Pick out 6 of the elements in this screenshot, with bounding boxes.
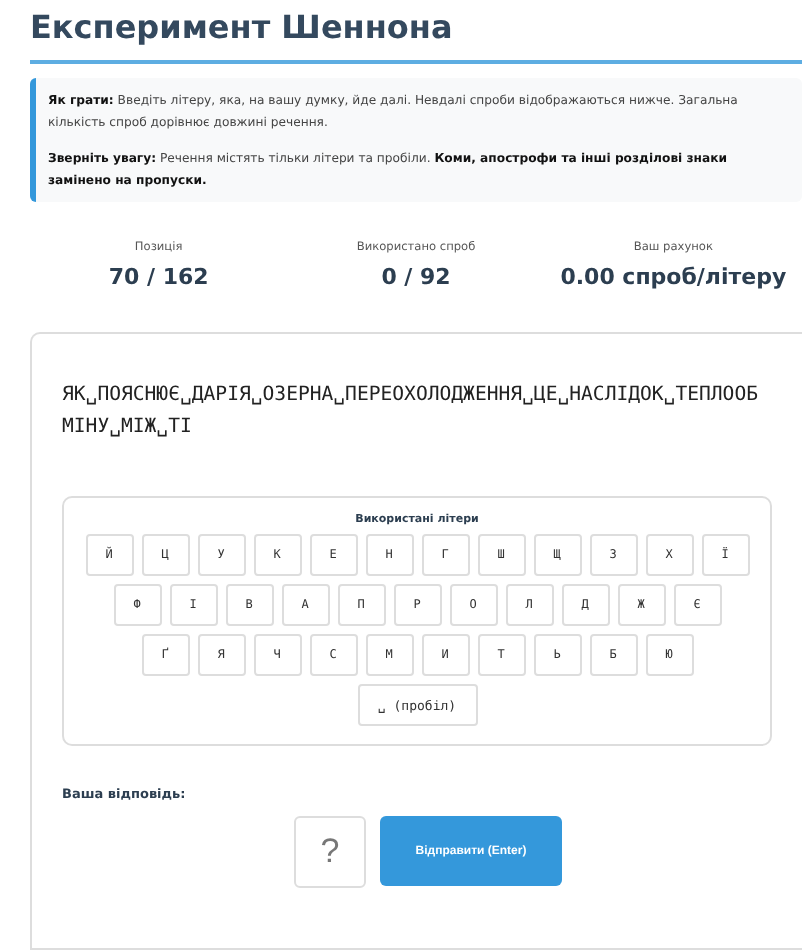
answer-field[interactable]: ? [294, 816, 366, 888]
page-title: Експеримент Шеннона [30, 0, 802, 64]
stat-value: 0.00 спроб/літеру [558, 264, 789, 290]
stat-value: 0 / 92 [379, 264, 453, 290]
sentence-text: ЯК␣ПОЯСНЮЄ␣ДАРІЯ␣ОЗЕРНА␣ПЕРЕОХОЛОДЖЕННЯ␣ЦЕ␣НАСЛІДОК␣ТЕПЛООБМІНУ␣МІЖ␣ТІ [62, 382, 758, 442]
stat-value: 70 / 162 [106, 264, 211, 290]
